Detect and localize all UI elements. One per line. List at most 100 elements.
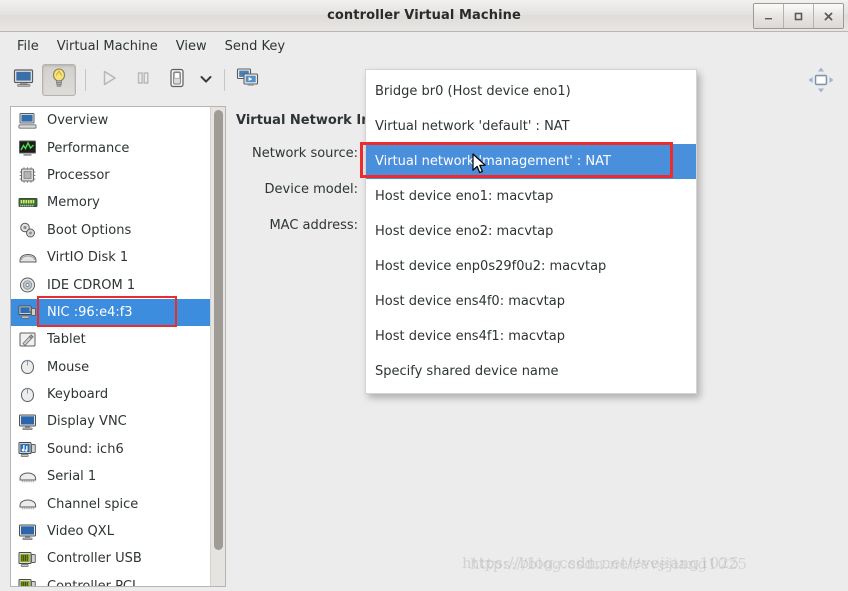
- dropdown-option-3[interactable]: Host device eno1: macvtap: [366, 179, 696, 214]
- sidebar-item-serial-1[interactable]: Serial 1: [11, 463, 210, 490]
- minimize-button[interactable]: [754, 4, 784, 28]
- sidebar-item-nic-96-e4-f3[interactable]: NIC :96:e4:f3: [11, 298, 210, 327]
- network-source-dropdown-menu[interactable]: Bridge br0 (Host device eno1) Virtual net…: [365, 69, 697, 394]
- network-card-icon: [17, 302, 39, 322]
- sidebar-item-memory[interactable]: Memory: [11, 189, 210, 216]
- hardware-device-list[interactable]: Overview Performance Processor Memory Boot O…: [11, 107, 210, 586]
- menubar: File Virtual Machine View Send Key: [0, 32, 848, 60]
- sidebar-item-tablet[interactable]: Tablet: [11, 326, 210, 353]
- sidebar-item-performance[interactable]: Performance: [11, 134, 210, 161]
- sidebar-item-overview[interactable]: Overview: [11, 107, 210, 134]
- gears-icon: [17, 220, 39, 240]
- sidebar-item-label: VirtIO Disk 1: [47, 250, 129, 266]
- run-button[interactable]: [93, 65, 125, 95]
- console-view-button[interactable]: [8, 65, 40, 95]
- sidebar-item-mouse[interactable]: Mouse: [11, 354, 210, 381]
- sidebar-item-boot-options[interactable]: Boot Options: [11, 217, 210, 244]
- toolbar-separator-1: [85, 69, 86, 91]
- mouse-icon: [17, 385, 39, 405]
- dropdown-option-2[interactable]: Virtual network 'management' : NAT: [366, 144, 696, 179]
- shutdown-button[interactable]: [161, 65, 193, 95]
- tablet-pen-icon: [17, 330, 39, 350]
- memory-stick-icon: [17, 193, 39, 213]
- computer-icon: [17, 111, 39, 131]
- network-source-label: Network source:: [252, 145, 358, 161]
- sidebar-item-channel-spice[interactable]: Channel spice: [11, 490, 210, 517]
- sidebar-scrollbar-thumb[interactable]: [214, 110, 223, 550]
- titlebar: controller Virtual Machine: [0, 0, 848, 32]
- shutdown-power-icon: [167, 67, 187, 93]
- harddisk-icon: [17, 248, 39, 268]
- sidebar-item-label: Mouse: [47, 359, 90, 375]
- snapshots-icon: [236, 67, 260, 93]
- fullscreen-resize-icon[interactable]: [806, 65, 836, 95]
- dropdown-option-8[interactable]: Specify shared device name: [366, 354, 696, 389]
- dropdown-option-7[interactable]: Host device ens4f1: macvtap: [366, 319, 696, 354]
- sidebar-item-ide-cdrom-1[interactable]: IDE CDROM 1: [11, 271, 210, 298]
- toolbar-separator-2: [224, 69, 225, 91]
- sidebar-item-label: Controller USB: [47, 551, 142, 567]
- pause-icon: [133, 68, 153, 92]
- sidebar-item-label: Boot Options: [47, 222, 132, 238]
- sidebar-item-label: Tablet: [47, 332, 86, 348]
- window-controls: [753, 3, 844, 29]
- sidebar-item-label: NIC :96:e4:f3: [47, 304, 133, 320]
- performance-graph-icon: [17, 138, 39, 158]
- sidebar-item-label: Controller PCI: [47, 579, 136, 586]
- console-monitor-icon: [13, 68, 35, 92]
- window-title: controller Virtual Machine: [327, 8, 521, 23]
- dropdown-option-5[interactable]: Host device enp0s29f0u2: macvtap: [366, 249, 696, 284]
- mouse-icon: [17, 357, 39, 377]
- chevron-down-icon: [199, 73, 213, 88]
- sidebar-item-video-qxl[interactable]: Video QXL: [11, 518, 210, 545]
- close-button[interactable]: [814, 4, 843, 28]
- menu-view[interactable]: View: [167, 36, 216, 57]
- sidebar-item-label: Overview: [47, 113, 109, 129]
- pause-button[interactable]: [127, 65, 159, 95]
- menu-send-key[interactable]: Send Key: [216, 36, 294, 57]
- dropdown-option-1[interactable]: Virtual network 'default' : NAT: [366, 109, 696, 144]
- cpu-chip-icon: [17, 165, 39, 185]
- sidebar-item-label: Memory: [47, 195, 100, 211]
- display-monitor-icon: [17, 412, 39, 432]
- snapshots-button[interactable]: [232, 65, 264, 95]
- hardware-sidebar-wrap: Overview Performance Processor Memory Boot O…: [0, 100, 226, 591]
- run-play-icon: [99, 68, 119, 92]
- dropdown-option-4[interactable]: Host device eno2: macvtap: [366, 214, 696, 249]
- mac-address-label: MAC address:: [269, 217, 358, 233]
- sidebar-item-controller-pci[interactable]: Controller PCI: [11, 573, 210, 586]
- sidebar-item-display-vnc[interactable]: Display VNC: [11, 408, 210, 435]
- sidebar-scrollbar-track[interactable]: [210, 107, 225, 586]
- details-view-button[interactable]: [42, 64, 76, 96]
- virt-manager-window: controller Virtual Machine File Virtual …: [0, 0, 848, 591]
- dropdown-option-0[interactable]: Bridge br0 (Host device eno1): [366, 74, 696, 109]
- device-model-label: Device model:: [264, 181, 358, 197]
- sidebar-item-controller-usb[interactable]: Controller USB: [11, 545, 210, 572]
- sidebar-item-virtio-disk-1[interactable]: VirtIO Disk 1: [11, 244, 210, 271]
- cdrom-disc-icon: [17, 275, 39, 295]
- serial-port-icon: [17, 467, 39, 487]
- sidebar-item-processor[interactable]: Processor: [11, 162, 210, 189]
- shutdown-options-dropdown[interactable]: [195, 65, 217, 95]
- sidebar-item-label: Keyboard: [47, 387, 109, 403]
- hardware-sidebar: Overview Performance Processor Memory Boot O…: [10, 106, 226, 587]
- dropdown-option-6[interactable]: Host device ens4f0: macvtap: [366, 284, 696, 319]
- serial-port-icon: [17, 494, 39, 514]
- sidebar-item-label: Sound: ich6: [47, 441, 124, 457]
- sidebar-item-label: IDE CDROM 1: [47, 277, 136, 293]
- sidebar-item-label: Serial 1: [47, 469, 97, 485]
- controller-card-icon: [17, 576, 39, 586]
- display-monitor-icon: [17, 522, 39, 542]
- sound-card-icon: [17, 439, 39, 459]
- controller-card-icon: [17, 549, 39, 569]
- sidebar-item-sound-ich6[interactable]: Sound: ich6: [11, 436, 210, 463]
- lightbulb-details-icon: [49, 67, 69, 93]
- menu-file[interactable]: File: [8, 36, 48, 57]
- sidebar-item-label: Display VNC: [47, 414, 127, 430]
- menu-virtual-machine[interactable]: Virtual Machine: [48, 36, 167, 57]
- sidebar-item-keyboard[interactable]: Keyboard: [11, 381, 210, 408]
- maximize-button[interactable]: [784, 4, 814, 28]
- sidebar-item-label: Video QXL: [47, 524, 114, 540]
- sidebar-item-label: Processor: [47, 167, 110, 183]
- sidebar-item-label: Performance: [47, 140, 130, 156]
